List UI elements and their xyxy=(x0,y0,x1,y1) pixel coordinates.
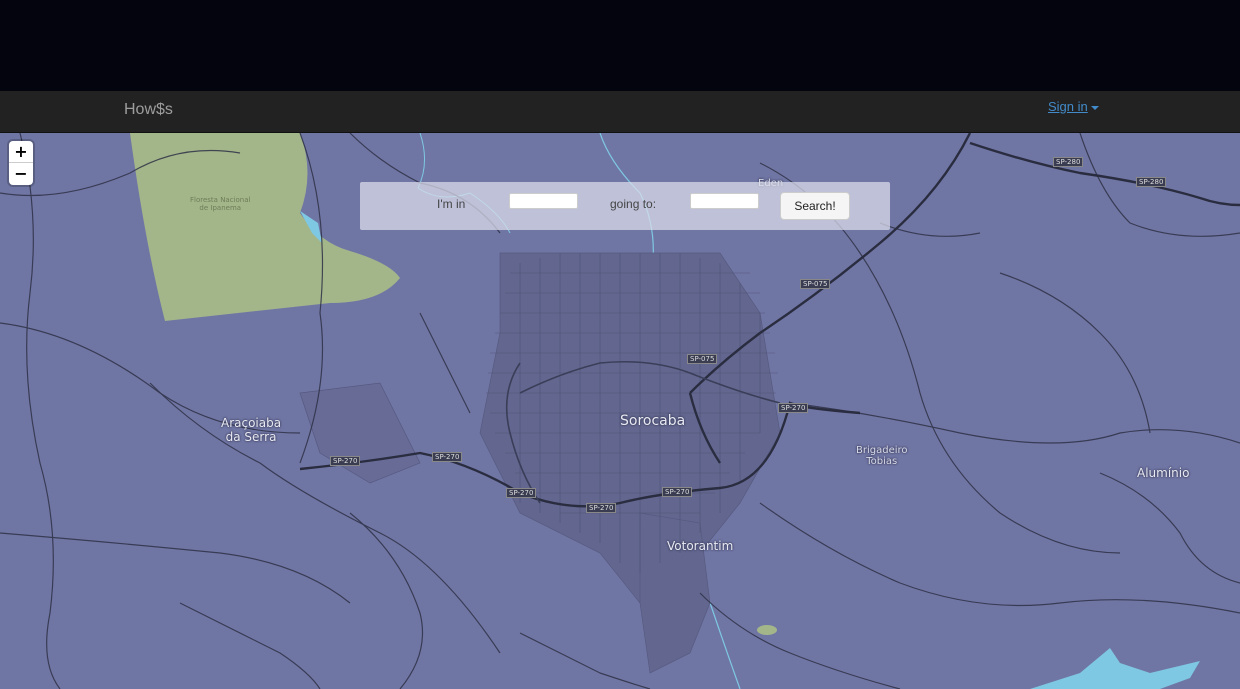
road-shield: SP-270 xyxy=(778,403,809,413)
to-input[interactable] xyxy=(690,193,759,209)
signin-dropdown[interactable]: Sign in xyxy=(1048,99,1099,114)
brand-logo[interactable]: How$s xyxy=(124,101,173,119)
road-shield: SP-075 xyxy=(800,279,831,289)
caret-down-icon xyxy=(1090,105,1099,110)
road-shield: SP-270 xyxy=(586,503,617,513)
place-label: Alumínio xyxy=(1137,466,1190,480)
place-label: Sorocaba xyxy=(620,413,686,429)
search-panel: I'm in going to: Search! xyxy=(360,182,890,230)
search-button[interactable]: Search! xyxy=(780,192,850,220)
zoom-in-button[interactable]: + xyxy=(9,141,33,163)
road-shield: SP-280 xyxy=(1136,177,1167,187)
top-blank-band xyxy=(0,0,1240,91)
road-shield: SP-280 xyxy=(1053,157,1084,167)
signin-label: Sign in xyxy=(1048,99,1088,114)
zoom-control: + − xyxy=(9,141,33,185)
road-shield: SP-270 xyxy=(330,456,361,466)
road-shield: SP-270 xyxy=(432,452,463,462)
from-label: I'm in xyxy=(437,197,466,211)
navbar: How$s Sign in xyxy=(0,91,1240,133)
place-label: Votorantim xyxy=(667,539,734,553)
to-label: going to: xyxy=(610,197,657,211)
zoom-out-button[interactable]: − xyxy=(9,163,33,185)
road-shield: SP-075 xyxy=(687,354,718,364)
road-shield: SP-270 xyxy=(662,487,693,497)
from-input[interactable] xyxy=(509,193,578,209)
map-view[interactable]: + − Sorocaba Votorantim Araçoiaba da Ser… xyxy=(0,133,1240,689)
park-label: Floresta Nacional de Ipanema xyxy=(190,196,251,212)
road-shield: SP-270 xyxy=(506,488,537,498)
park-small xyxy=(757,625,777,635)
place-label: Brigadeiro Tobias xyxy=(856,445,908,467)
lake xyxy=(1030,648,1200,689)
place-label: Araçoiaba da Serra xyxy=(221,416,282,444)
